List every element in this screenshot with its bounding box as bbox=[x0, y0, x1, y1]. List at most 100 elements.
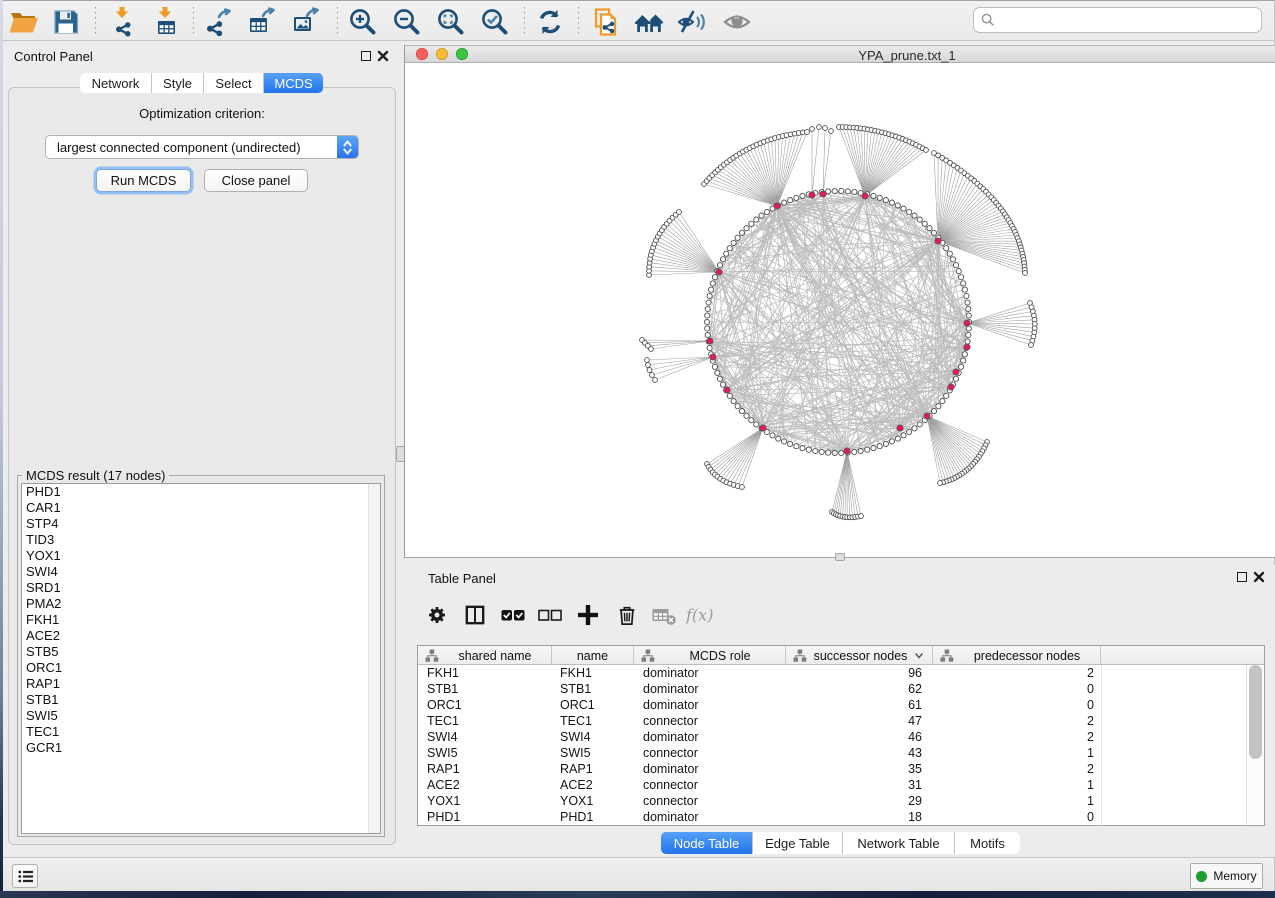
minimize-window-icon[interactable] bbox=[436, 48, 448, 60]
mcds-result-item[interactable]: GCR1 bbox=[22, 740, 380, 756]
mcds-result-item[interactable]: FKH1 bbox=[22, 612, 380, 628]
toolbar-separator bbox=[337, 7, 338, 37]
table-scrollbar[interactable] bbox=[1246, 665, 1264, 825]
gear-icon bbox=[426, 605, 448, 625]
tab-motifs[interactable]: Motifs bbox=[955, 832, 1020, 854]
network-window: YPA_prune.txt_1 bbox=[404, 45, 1275, 558]
maximize-window-icon[interactable] bbox=[456, 48, 468, 60]
export-table-button[interactable] bbox=[245, 6, 279, 38]
network-titlebar[interactable]: YPA_prune.txt_1 bbox=[405, 45, 1275, 63]
criterion-dropdown[interactable]: largest connected component (undirected) bbox=[45, 135, 359, 159]
create-column-button[interactable] bbox=[572, 600, 604, 630]
mcds-result-item[interactable]: SWI5 bbox=[22, 708, 380, 724]
tab-network-table[interactable]: Network Table bbox=[843, 832, 955, 854]
zoom-out-button[interactable] bbox=[390, 6, 424, 38]
cell-name: FKH1 bbox=[552, 665, 634, 681]
table-row[interactable]: SWI5SWI5connector431 bbox=[418, 745, 1264, 761]
float-table-panel-icon[interactable] bbox=[1237, 572, 1247, 582]
mcds-result-item[interactable]: PHD1 bbox=[22, 484, 380, 500]
close-panel-button[interactable]: Close panel bbox=[204, 169, 308, 192]
show-column-panel-button[interactable] bbox=[459, 600, 491, 630]
mcds-result-item[interactable]: STB5 bbox=[22, 644, 380, 660]
memory-button[interactable]: Memory bbox=[1190, 863, 1263, 889]
save-session-button[interactable] bbox=[49, 6, 83, 38]
zoom-selected-button[interactable] bbox=[478, 6, 512, 38]
mcds-result-list[interactable]: PHD1CAR1STP4TID3YOX1SWI4SRD1PMA2FKH1ACE2… bbox=[21, 483, 381, 834]
table-scrollbar-thumb[interactable] bbox=[1249, 665, 1262, 759]
mcds-result-item[interactable]: SRD1 bbox=[22, 580, 380, 596]
mcds-result-item[interactable]: ACE2 bbox=[22, 628, 380, 644]
search-input[interactable] bbox=[1000, 13, 1261, 28]
network-canvas[interactable] bbox=[405, 63, 1275, 558]
mcds-result-item[interactable]: SWI4 bbox=[22, 564, 380, 580]
hide-glass-button[interactable] bbox=[675, 6, 709, 38]
cell-predecessor-nodes: 1 bbox=[933, 745, 1101, 761]
share-document-button[interactable] bbox=[589, 6, 623, 38]
table-row[interactable]: ACE2ACE2connector311 bbox=[418, 777, 1264, 793]
table-row[interactable]: FKH1FKH1dominator962 bbox=[418, 665, 1264, 681]
cell-successor-nodes: 46 bbox=[786, 729, 933, 745]
show-glass-button[interactable] bbox=[720, 6, 754, 38]
column-header-shared-name[interactable]: shared name bbox=[418, 646, 552, 665]
import-network-button[interactable] bbox=[106, 6, 140, 38]
search-box[interactable] bbox=[973, 7, 1262, 33]
column-header-name[interactable]: name bbox=[552, 646, 634, 665]
mcds-result-item[interactable]: RAP1 bbox=[22, 676, 380, 692]
unselect-all-columns-button[interactable] bbox=[534, 600, 566, 630]
eye-slash-icon bbox=[676, 6, 708, 38]
table-row[interactable]: YOX1YOX1connector291 bbox=[418, 793, 1264, 809]
org-chart-icon bbox=[641, 649, 655, 662]
column-header-predecessor-nodes[interactable]: predecessor nodes bbox=[933, 646, 1101, 665]
open-session-button[interactable] bbox=[6, 6, 40, 38]
zoom-fit-button[interactable] bbox=[434, 6, 468, 38]
delete-column-button[interactable] bbox=[611, 600, 643, 630]
column-label: shared name bbox=[439, 649, 551, 663]
tab-network[interactable]: Network bbox=[80, 73, 152, 93]
mcds-result-item[interactable]: PMA2 bbox=[22, 596, 380, 612]
table-row[interactable]: ORC1ORC1dominator610 bbox=[418, 697, 1264, 713]
zoom-in-button[interactable] bbox=[346, 6, 380, 38]
mcds-result-item[interactable]: TID3 bbox=[22, 532, 380, 548]
cell-name: TEC1 bbox=[552, 713, 634, 729]
cybrowser-button[interactable] bbox=[632, 6, 666, 38]
table-row[interactable]: SWI4SWI4dominator462 bbox=[418, 729, 1264, 745]
table-row[interactable]: STB1STB1dominator620 bbox=[418, 681, 1264, 697]
table-row[interactable]: TEC1TEC1connector472 bbox=[418, 713, 1264, 729]
table-row[interactable]: RAP1RAP1dominator352 bbox=[418, 761, 1264, 777]
tab-mcds[interactable]: MCDS bbox=[264, 73, 323, 93]
close-window-icon[interactable] bbox=[416, 48, 428, 60]
tab-select[interactable]: Select bbox=[204, 73, 264, 93]
float-panel-icon[interactable] bbox=[361, 51, 371, 61]
mcds-result-item[interactable]: STP4 bbox=[22, 516, 380, 532]
checkboxes-checked-icon bbox=[500, 605, 526, 625]
select-all-columns-button[interactable] bbox=[497, 600, 529, 630]
table-options-button[interactable] bbox=[421, 600, 453, 630]
show-panels-button[interactable] bbox=[12, 864, 38, 888]
mcds-list-scrollbar[interactable] bbox=[368, 484, 380, 833]
tab-node-table[interactable]: Node Table bbox=[661, 832, 753, 854]
column-header-MCDS-role[interactable]: MCDS role bbox=[634, 646, 786, 665]
import-table-button[interactable] bbox=[149, 6, 183, 38]
search-icon bbox=[981, 13, 995, 27]
tab-edge-table[interactable]: Edge Table bbox=[753, 832, 843, 854]
horizontal-splitter-handle[interactable] bbox=[835, 553, 845, 561]
export-network-button[interactable] bbox=[202, 6, 236, 38]
run-mcds-button[interactable]: Run MCDS bbox=[96, 169, 191, 192]
column-header-successor-nodes[interactable]: successor nodes bbox=[786, 646, 933, 665]
mcds-result-item[interactable]: CAR1 bbox=[22, 500, 380, 516]
close-table-panel-icon[interactable] bbox=[1253, 571, 1265, 583]
mcds-result-item[interactable]: STB1 bbox=[22, 692, 380, 708]
mcds-result-item[interactable]: ORC1 bbox=[22, 660, 380, 676]
export-image-button[interactable] bbox=[289, 6, 323, 38]
mcds-result-item[interactable]: TEC1 bbox=[22, 724, 380, 740]
table-row[interactable]: PHD1PHD1dominator180 bbox=[418, 809, 1264, 825]
cell-shared-name: ACE2 bbox=[418, 777, 552, 793]
close-panel-icon[interactable] bbox=[377, 50, 389, 62]
function-builder-button[interactable]: f(x) bbox=[686, 600, 718, 630]
apply-layout-button[interactable] bbox=[533, 6, 567, 38]
tab-style[interactable]: Style bbox=[152, 73, 204, 93]
mcds-result-item[interactable]: YOX1 bbox=[22, 548, 380, 564]
toolbar-separator bbox=[95, 7, 96, 37]
delete-table-button[interactable] bbox=[648, 600, 680, 630]
cell-successor-nodes: 96 bbox=[786, 665, 933, 681]
